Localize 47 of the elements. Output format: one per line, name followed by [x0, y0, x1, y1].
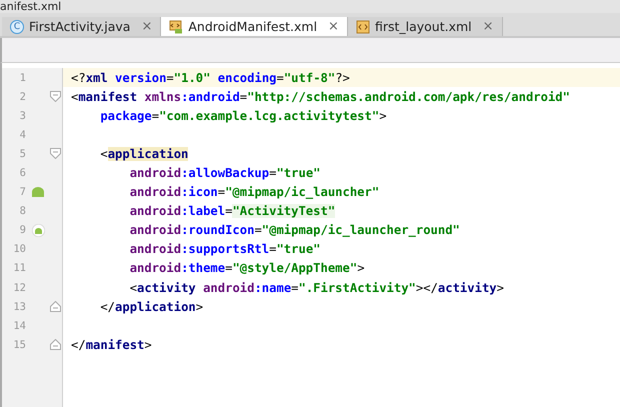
line-number: 15: [12, 338, 26, 351]
code-line: </application>: [99, 300, 204, 314]
fold-icon[interactable]: [50, 148, 61, 160]
android-icon[interactable]: [31, 186, 45, 198]
tab-label: AndroidManifest.xml: [188, 19, 318, 34]
code-line: android:icon="@mipmap/ic_launcher": [128, 185, 380, 200]
editor-tab[interactable]: AndroidManifest.xml ×: [161, 17, 348, 36]
code-line: android:supportsRtl="true": [128, 242, 320, 256]
line-number: 3: [18, 110, 26, 122]
xml-file-icon: [356, 20, 370, 34]
fold-icon[interactable]: [50, 339, 61, 350]
line-number: 1: [18, 72, 26, 84]
line-number: 4: [18, 128, 26, 141]
code-line: </manifest>: [71, 338, 152, 352]
line-number: 12: [12, 282, 26, 294]
code-line: android:label="ActivityTest": [128, 204, 336, 218]
breadcrumb-text[interactable]: anifest.xml: [0, 0, 66, 13]
code-line: android:allowBackup="true": [128, 166, 320, 180]
tab-label: FirstActivity.java: [29, 19, 130, 34]
line-number: 10: [12, 243, 26, 256]
editor-tab[interactable]: C FirstActivity.java ×: [2, 17, 162, 36]
line-number: 9: [18, 224, 26, 236]
code-line: android:theme="@style/AppTheme">: [128, 261, 365, 276]
close-icon[interactable]: ×: [328, 19, 339, 34]
fold-icon[interactable]: [50, 91, 61, 102]
code-line: android:roundIcon="@mipmap/ic_launcher_round": [128, 223, 460, 238]
close-icon[interactable]: ×: [482, 19, 494, 34]
line-number: 7: [18, 186, 26, 198]
line-number: 2: [18, 90, 26, 103]
class-icon: C: [10, 20, 24, 34]
android-icon[interactable]: [32, 224, 44, 237]
code-line: <activity android:name=".FirstActivity"></activity>: [128, 280, 504, 295]
xml-file-icon: [169, 20, 184, 34]
tab-label: first_layout.xml: [374, 19, 472, 34]
editor-tab[interactable]: first_layout.xml ×: [348, 17, 503, 36]
fold-icon[interactable]: [50, 301, 61, 312]
code-line: <manifest xmlns:android="http://schemas.android.com/apk/res/android": [71, 90, 570, 104]
line-number: 11: [12, 262, 26, 274]
close-icon[interactable]: ×: [141, 19, 152, 34]
code-line: <?xml version="1.0" encoding="utf-8"?>: [71, 70, 350, 85]
code-line: <application: [99, 146, 188, 161]
line-number: 6: [18, 167, 26, 180]
line-number: 5: [18, 148, 26, 160]
line-number: 13: [12, 300, 26, 313]
line-number: 14: [12, 320, 26, 332]
line-number: 8: [18, 205, 26, 218]
code-line: package="com.example.lcg.activitytest">: [99, 108, 387, 123]
